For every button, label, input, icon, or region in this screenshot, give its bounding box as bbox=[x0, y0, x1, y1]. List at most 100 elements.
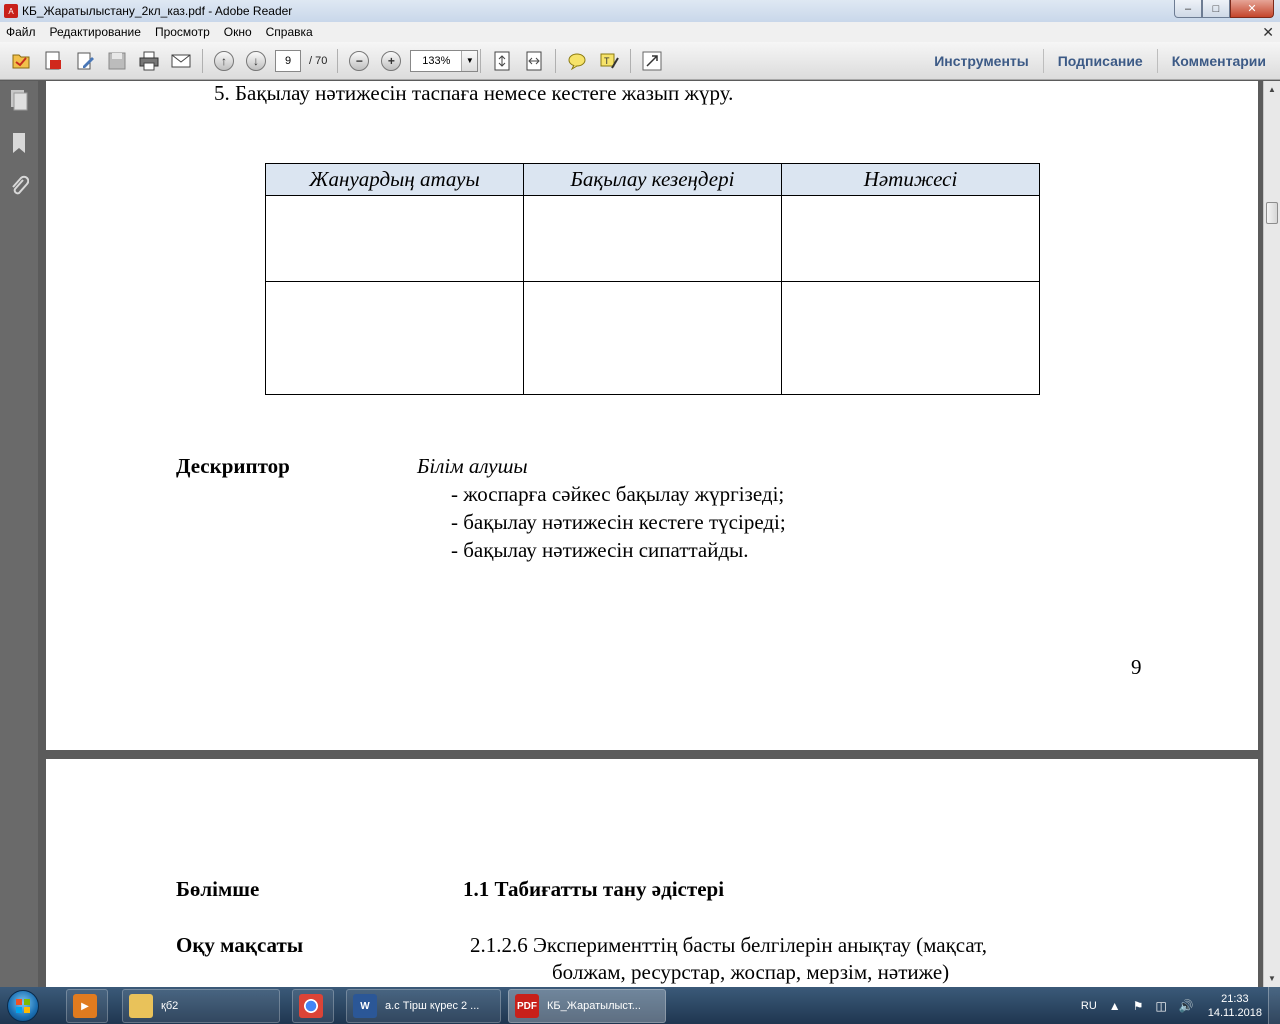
table-cell bbox=[523, 281, 782, 395]
save-button[interactable] bbox=[104, 48, 130, 74]
fit-width-icon bbox=[526, 51, 542, 70]
menu-window[interactable]: Окно bbox=[224, 25, 252, 39]
create-pdf-button[interactable] bbox=[40, 48, 66, 74]
descriptor-label: Дескриптор bbox=[176, 454, 290, 478]
show-desktop-button[interactable] bbox=[1268, 987, 1280, 1024]
table-cell bbox=[523, 195, 782, 282]
fullscreen-button[interactable] bbox=[639, 48, 665, 74]
toolbar-separator bbox=[202, 48, 203, 73]
taskbar-app-label: а.с Тірш күрес 2 ... bbox=[385, 1000, 480, 1012]
table-cell bbox=[265, 281, 524, 395]
open-file-button[interactable] bbox=[8, 48, 34, 74]
save-icon bbox=[108, 52, 126, 69]
scrollbar-thumb[interactable] bbox=[1266, 202, 1278, 224]
close-button[interactable]: ✕ bbox=[1230, 0, 1274, 18]
list-item-5: 5. Бақылау нәтижесін таспаға немесе кест… bbox=[214, 81, 734, 105]
speech-bubble-icon bbox=[568, 53, 586, 70]
table-cell bbox=[265, 195, 524, 282]
chevron-up-icon[interactable]: ▲ bbox=[1109, 999, 1121, 1013]
sticky-note-button[interactable] bbox=[564, 48, 590, 74]
taskbar-chrome[interactable] bbox=[292, 989, 334, 1023]
fit-page-button[interactable] bbox=[489, 48, 515, 74]
language-indicator[interactable]: RU bbox=[1081, 1000, 1097, 1012]
goal-line: 2.1.2.6 Эксперименттің басты белгілерін … bbox=[470, 933, 988, 957]
zoom-value: 133% bbox=[422, 54, 451, 67]
title-bar: A КБ_Жаратылыстану_2кл_каз.pdf - Adobe R… bbox=[0, 0, 1280, 22]
taskbar-app-label: қб2 bbox=[161, 1000, 179, 1012]
highlighter-icon: T bbox=[600, 53, 620, 69]
email-button[interactable] bbox=[168, 48, 194, 74]
chevron-down-icon[interactable]: ▼ bbox=[461, 50, 478, 71]
volume-icon[interactable]: 🔊 bbox=[1179, 999, 1194, 1013]
zoom-out-button[interactable]: − bbox=[346, 48, 372, 74]
scroll-up-icon[interactable]: ▲ bbox=[1264, 81, 1280, 98]
toolbar-separator bbox=[555, 48, 557, 73]
menu-view[interactable]: Просмотр bbox=[155, 25, 210, 39]
arrow-down-icon: ↓ bbox=[246, 50, 266, 71]
taskbar-media-player[interactable]: ▶ bbox=[66, 989, 108, 1023]
word-icon: W bbox=[353, 994, 377, 1018]
menu-bar: Файл Редактирование Просмотр Окно Справк… bbox=[0, 22, 1280, 42]
table-row bbox=[265, 281, 1040, 395]
menu-edit[interactable]: Редактирование bbox=[50, 25, 141, 39]
email-icon bbox=[171, 54, 191, 67]
toolbar-separator bbox=[337, 48, 339, 73]
toolbar-separator bbox=[480, 48, 482, 73]
next-page-button[interactable]: ↓ bbox=[243, 48, 269, 74]
network-icon[interactable]: ◫ bbox=[1155, 999, 1166, 1013]
sign-pane-link[interactable]: Подписание bbox=[1042, 49, 1157, 73]
edit-pdf-icon bbox=[77, 52, 94, 69]
page-thumbnails-icon[interactable] bbox=[8, 89, 30, 111]
previous-page-button[interactable]: ↑ bbox=[211, 48, 237, 74]
table-header-cell: Бақылау кезеңдері bbox=[523, 163, 782, 196]
flag-icon[interactable]: ⚑ bbox=[1133, 999, 1144, 1013]
folder-icon bbox=[129, 994, 153, 1018]
taskbar-adobe-reader[interactable]: PDF КБ_Жаратылыст... bbox=[508, 989, 666, 1023]
observation-table: Жануардың атауы Бақылау кезеңдері Нәтиже… bbox=[265, 163, 1040, 395]
edit-pdf-button[interactable] bbox=[72, 48, 98, 74]
start-button[interactable] bbox=[0, 987, 46, 1024]
descriptor-line: - жоспарға сәйкес бақылау жүргізеді; bbox=[451, 482, 785, 506]
open-file-icon bbox=[12, 54, 30, 68]
descriptor-line: - бақылау нәтижесін кестеге түсіреді; bbox=[451, 510, 786, 534]
tools-pane-link[interactable]: Инструменты bbox=[920, 49, 1043, 73]
svg-text:T: T bbox=[604, 56, 610, 66]
plus-icon: + bbox=[381, 50, 402, 71]
clock[interactable]: 21:33 14.11.2018 bbox=[1208, 992, 1262, 1020]
zoom-select[interactable]: 133% ▼ bbox=[410, 49, 479, 72]
page-number: 9 bbox=[1131, 655, 1142, 679]
windows-logo-icon bbox=[7, 989, 39, 1022]
menu-help[interactable]: Справка bbox=[266, 25, 313, 39]
descriptor-subject: Білім алушы bbox=[417, 454, 528, 478]
document-view[interactable]: 5. Бақылау нәтижесін таспаға немесе кест… bbox=[38, 81, 1263, 987]
fit-width-button[interactable] bbox=[521, 48, 547, 74]
arrow-up-icon: ↑ bbox=[214, 50, 234, 71]
descriptor-line: - бақылау нәтижесін сипаттайды. bbox=[451, 538, 749, 562]
table-header-cell: Нәтижесі bbox=[781, 163, 1040, 196]
zoom-in-button[interactable]: + bbox=[378, 48, 404, 74]
menu-file[interactable]: Файл bbox=[6, 25, 36, 39]
maximize-button[interactable]: □ bbox=[1202, 0, 1230, 18]
bookmarks-icon[interactable] bbox=[8, 132, 30, 154]
pdf-icon: PDF bbox=[515, 994, 539, 1018]
system-tray: RU ▲ ⚑ ◫ 🔊 21:33 14.11.2018 bbox=[1081, 987, 1262, 1024]
taskbar-folder[interactable]: қб2 bbox=[122, 989, 280, 1023]
close-document-icon[interactable]: ✕ bbox=[1262, 24, 1274, 41]
attachments-icon[interactable] bbox=[8, 175, 30, 197]
window-controls: – □ ✕ bbox=[1174, 0, 1274, 18]
taskbar-word[interactable]: W а.с Тірш күрес 2 ... bbox=[346, 989, 501, 1023]
table-header-row: Жануардың атауы Бақылау кезеңдері Нәтиже… bbox=[265, 163, 1040, 196]
minimize-button[interactable]: – bbox=[1174, 0, 1202, 18]
taskbar-app-label: КБ_Жаратылыст... bbox=[547, 1000, 641, 1012]
clock-date: 14.11.2018 bbox=[1207, 1006, 1262, 1019]
scroll-down-icon[interactable]: ▼ bbox=[1264, 970, 1280, 987]
toolbar-pane-links: Инструменты Подписание Комментарии bbox=[920, 42, 1280, 80]
vertical-scrollbar[interactable]: ▲ ▼ bbox=[1263, 81, 1280, 987]
table-row bbox=[265, 195, 1040, 282]
comment-pane-link[interactable]: Комментарии bbox=[1156, 49, 1280, 73]
page-number-input[interactable]: 9 bbox=[275, 49, 301, 72]
goal-label: Оқу мақсаты bbox=[176, 933, 304, 957]
print-icon bbox=[139, 51, 159, 70]
print-button[interactable] bbox=[136, 48, 162, 74]
highlight-text-button[interactable]: T bbox=[596, 48, 622, 74]
